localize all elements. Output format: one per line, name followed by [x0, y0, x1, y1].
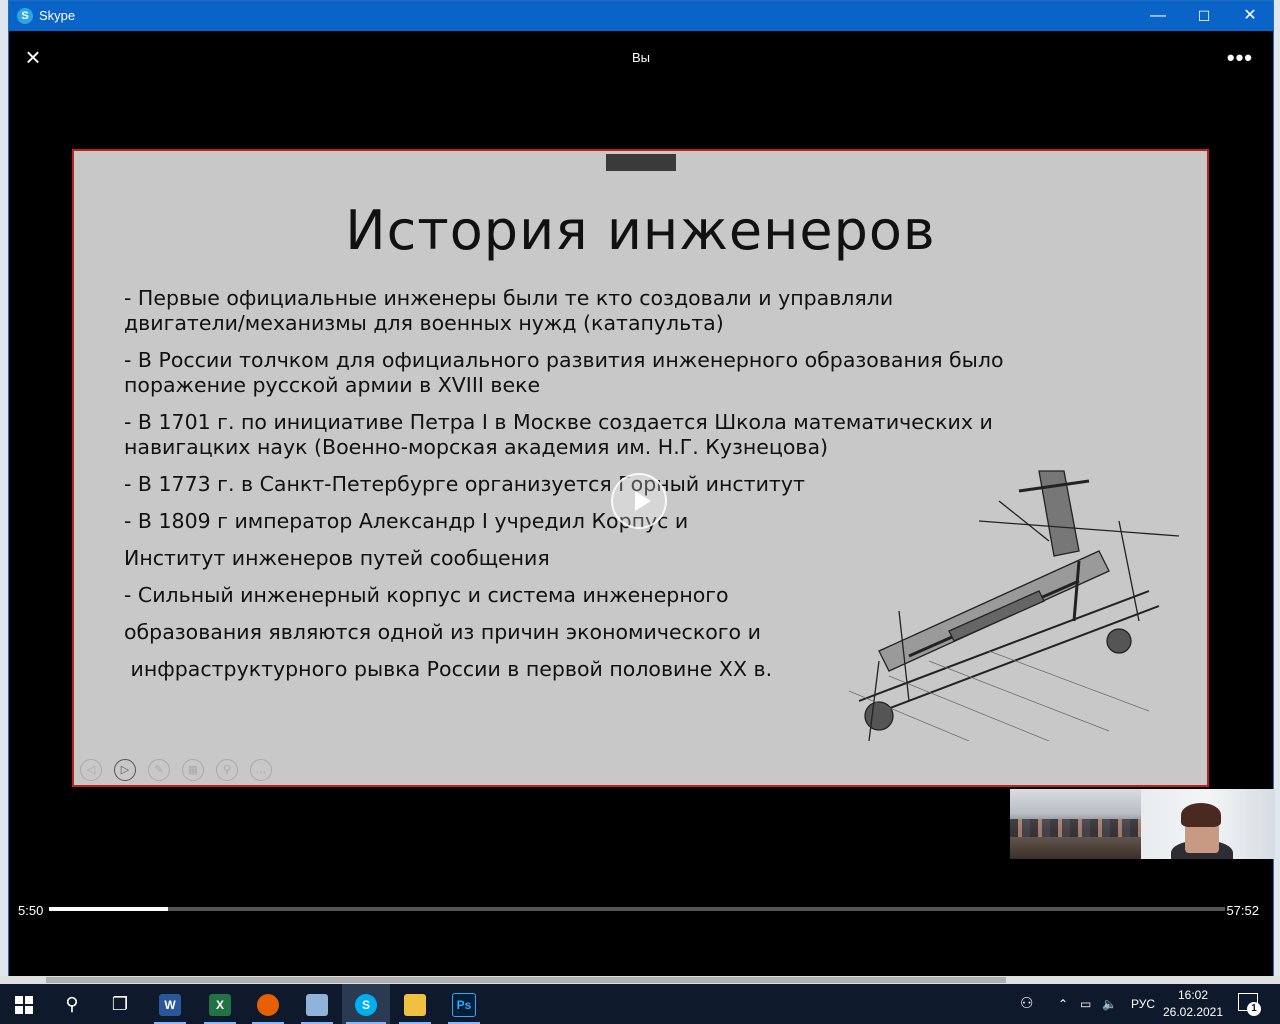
search-icon[interactable]: ⚲	[48, 984, 96, 1024]
minimize-button[interactable]: —	[1135, 1, 1181, 31]
folder-tile	[404, 994, 426, 1017]
task-view-icon[interactable]: ❐	[96, 984, 144, 1024]
total-time: 57:52	[1226, 903, 1259, 918]
photoshop-app-icon[interactable]: Ps	[440, 984, 488, 1024]
screen-share-viewer: × Вы ••• История инженеров - Первые офиц…	[9, 31, 1275, 985]
chevron-up-icon[interactable]: ⌃	[1058, 984, 1068, 1024]
calculator-tile	[306, 994, 328, 1017]
catapult-engraving-image	[849, 470, 1179, 741]
excel-tile-label: X	[209, 994, 231, 1017]
next-slide-icon[interactable]: ▷	[114, 759, 136, 781]
photoshop-tile-label: Ps	[452, 993, 476, 1018]
slide-top-marker	[606, 154, 676, 171]
start-windows-icon[interactable]	[0, 984, 48, 1024]
pen-icon[interactable]: ✎	[148, 759, 170, 781]
more-slide-options-icon[interactable]: …	[250, 759, 272, 781]
desktop-background-left	[0, 0, 8, 984]
slide-title: История инженеров	[345, 199, 936, 262]
word-app-icon[interactable]: W	[146, 984, 194, 1024]
skype-window: S Skype — ☐ ✕ × Вы ••• История инженеров…	[8, 0, 1275, 985]
seek-bar-progress	[49, 907, 168, 911]
current-time: 5:50	[18, 903, 44, 918]
firefox-app-icon[interactable]	[244, 984, 292, 1024]
skype-app-icon: S	[17, 8, 33, 24]
scrollbar-thumb[interactable]	[46, 977, 1006, 983]
slides-grid-icon[interactable]: ▦	[182, 759, 204, 781]
presentation-slide: История инженеров - Первые официальные и…	[72, 149, 1209, 787]
previous-slide-icon[interactable]: ◁	[80, 759, 102, 781]
skype-tile-label: S	[355, 994, 377, 1017]
participant-video-classroom[interactable]	[1010, 789, 1141, 859]
seek-bar[interactable]	[49, 907, 1225, 911]
zoom-icon[interactable]: ⚲	[216, 759, 238, 781]
title-bar[interactable]: S Skype — ☐ ✕	[9, 1, 1273, 31]
people-icon[interactable]: ⚇	[1020, 984, 1033, 1024]
slide-paragraph: - Первые официальные инженеры были те кт…	[124, 286, 894, 335]
slide-paragraph: - В 1701 г. по инициативе Петра I в Моск…	[124, 410, 993, 459]
more-options-button[interactable]: •••	[1227, 45, 1253, 71]
window-title: Skype	[39, 8, 76, 23]
skype-taskbar-icon[interactable]: S	[342, 984, 390, 1024]
network-icon[interactable]: ▭	[1080, 984, 1091, 1024]
word-tile-label: W	[159, 994, 181, 1017]
clock-date: 26.02.2021	[1162, 1005, 1224, 1019]
file-explorer-icon[interactable]	[391, 984, 439, 1024]
windows-taskbar: ⚲ ❐ W X S Ps ⚇ ⌃ ▭ 🔈 РУС 16:02 26.02.202…	[0, 984, 1280, 1024]
volume-icon[interactable]: 🔈	[1102, 984, 1117, 1024]
maximize-button[interactable]: ☐	[1181, 1, 1227, 31]
firefox-tile	[257, 994, 279, 1017]
calculator-app-icon[interactable]	[293, 984, 341, 1024]
clock-time: 16:02	[1177, 988, 1209, 1002]
horizontal-scrollbar[interactable]	[0, 976, 1280, 984]
slide-paragraph: - В России толчком для официального разв…	[124, 348, 1004, 397]
participant-video-presenter[interactable]	[1141, 789, 1275, 859]
viewer-title: Вы	[631, 50, 650, 65]
language-indicator[interactable]: РУС	[1131, 984, 1155, 1024]
close-window-button[interactable]: ✕	[1227, 1, 1273, 31]
presenter-hair-image	[1181, 803, 1221, 827]
play-video-button[interactable]	[611, 473, 667, 529]
notification-count-badge: 1	[1247, 1002, 1261, 1016]
excel-app-icon[interactable]: X	[196, 984, 244, 1024]
system-clock[interactable]: 16:02 26.02.2021	[1160, 987, 1226, 1021]
participants-group-image	[1010, 819, 1141, 837]
